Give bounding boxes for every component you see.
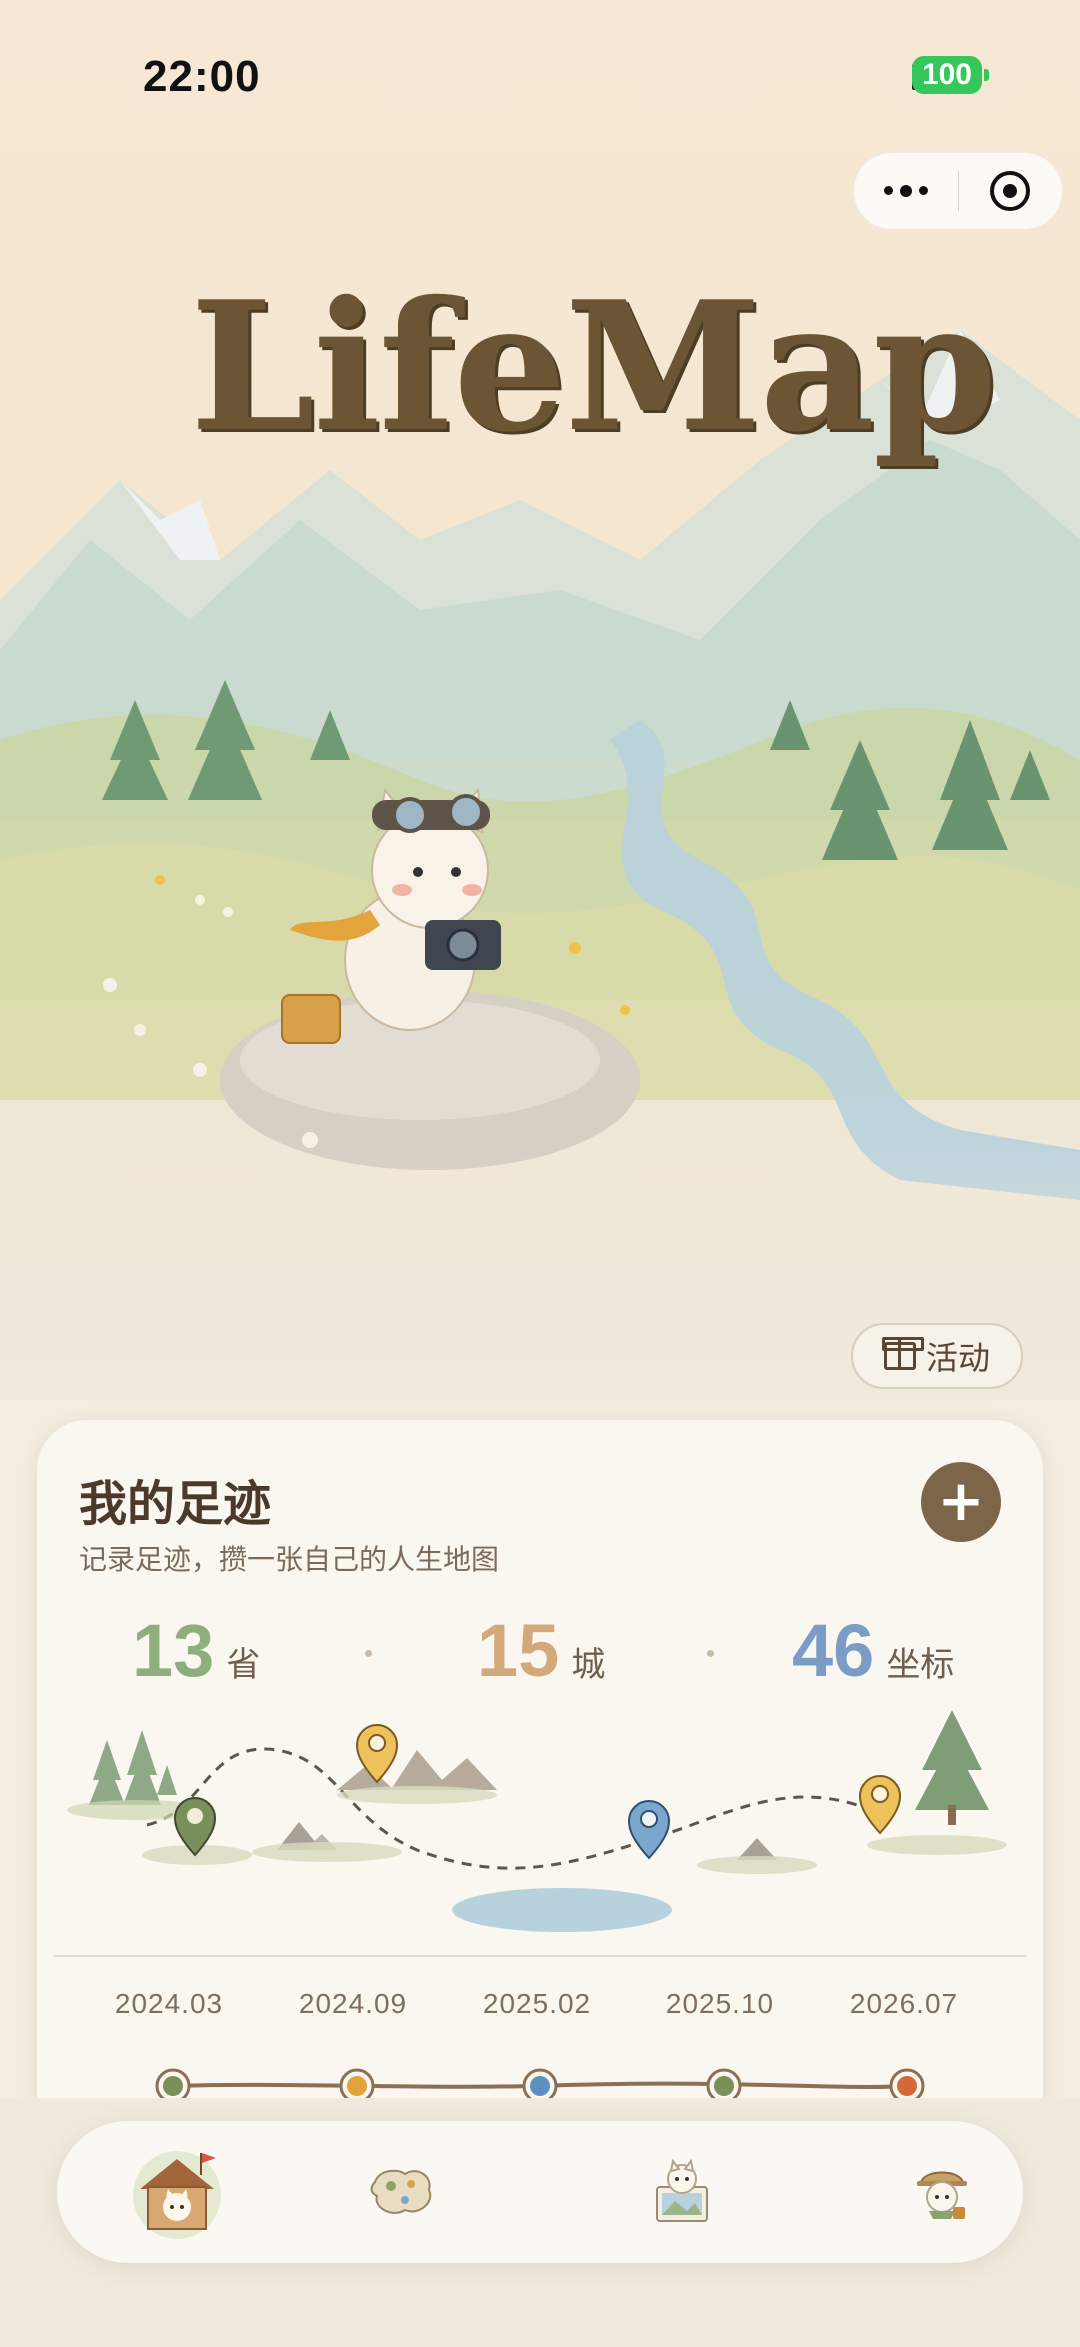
tab-home[interactable] [97,2121,257,2263]
map-icon [370,2169,432,2214]
battery-indicator: 100 [911,56,990,94]
more-icon[interactable] [854,184,958,197]
stat-cities: 15 城 [477,1608,605,1693]
miniprogram-capsule [853,152,1063,230]
status-icons: 100 [911,56,990,94]
cat-photo-icon [656,2158,708,2222]
card-title: 我的足迹 [79,1476,272,1532]
timeline-date: 2026.07 [849,1988,959,2019]
timeline-node-dot [897,2076,917,2096]
stat-provinces: 13 省 [132,1608,260,1693]
stat-provinces-value: 13 [132,1609,215,1692]
close-miniprogram-icon[interactable] [959,171,1063,211]
stat-separator [365,1650,372,1657]
timeline-date: 2025.02 [482,1988,592,2019]
timeline-node-dot [530,2076,550,2096]
stat-cities-unit: 城 [571,1645,606,1685]
status-time: 22:00 [143,52,261,101]
map-pin-blue [627,1800,671,1860]
add-footprint-button[interactable]: + [921,1462,1001,1542]
stat-coordinates: 46 坐标 [792,1608,954,1693]
hero-illustration: 22:00 100 LifeMap 活动 [0,0,1080,1400]
app-logo: LifeMap [190,262,997,471]
cat-house-icon [133,2151,221,2239]
timeline-date: 2024.09 [298,1988,408,2019]
timeline-date: 2024.03 [114,1988,224,2019]
stat-provinces-unit: 省 [226,1645,261,1685]
stat-coordinates-unit: 坐标 [886,1645,955,1685]
journey-path-illustration [67,1710,1007,1932]
tab-profile[interactable] [877,2121,1007,2263]
activity-button[interactable]: 活动 [851,1323,1023,1389]
tab-bar [57,2121,1023,2263]
timeline-node-dot [347,2076,367,2096]
timeline-node-dot [163,2076,183,2096]
stat-coordinates-value: 46 [792,1609,875,1692]
timeline-date: 2025.10 [665,1988,775,2019]
card-divider [53,1955,1027,1957]
cat-explorer-icon [917,2171,967,2219]
timeline-node-dot [714,2076,734,2096]
footprint-card: 我的足迹 记录足迹，攒一张自己的人生地图 + 13 省 15 城 46 坐标 2… [37,1420,1043,2120]
gift-icon [881,1337,924,1370]
tab-map[interactable] [337,2121,467,2263]
stat-separator [707,1650,714,1657]
plus-icon: + [937,1469,985,1534]
map-pin-yellow [858,1775,902,1835]
stat-cities-value: 15 [477,1609,560,1692]
activity-label: 活动 [925,1339,990,1377]
tab-photos[interactable] [617,2121,747,2263]
card-subtitle: 记录足迹，攒一张自己的人生地图 [79,1543,500,1576]
